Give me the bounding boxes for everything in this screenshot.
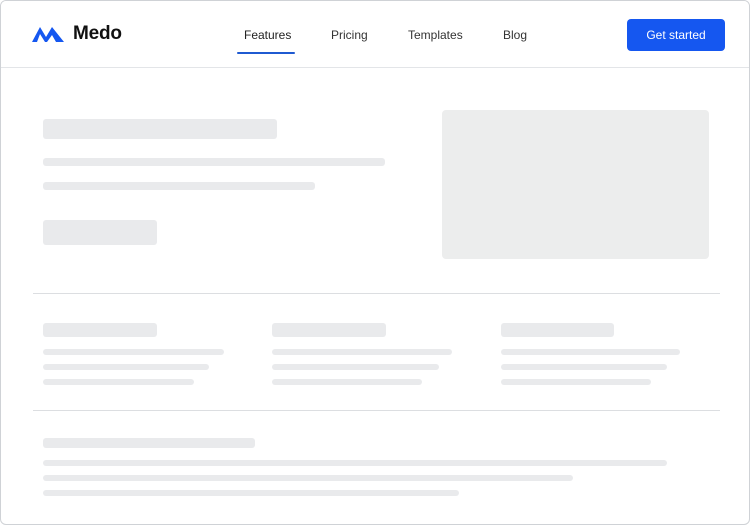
feature-line-skeleton bbox=[43, 349, 224, 355]
feature-line-skeleton bbox=[501, 364, 667, 370]
nav-active-indicator bbox=[237, 52, 295, 54]
paragraph-line-skeleton bbox=[43, 490, 459, 496]
nav-item-templates[interactable]: Templates bbox=[408, 28, 463, 42]
feature-line-skeleton bbox=[501, 349, 680, 355]
feature-heading-skeleton bbox=[272, 323, 386, 337]
top-navbar: Medo Features Pricing Templates Blog Get… bbox=[1, 1, 749, 68]
feature-line-skeleton bbox=[43, 379, 194, 385]
hero-title-skeleton bbox=[43, 119, 277, 139]
paragraph-line-skeleton bbox=[43, 475, 573, 481]
feature-heading-skeleton bbox=[43, 323, 157, 337]
feature-heading-skeleton bbox=[501, 323, 614, 337]
nav-item-pricing[interactable]: Pricing bbox=[331, 28, 368, 42]
feature-line-skeleton bbox=[43, 364, 209, 370]
feature-line-skeleton bbox=[272, 349, 452, 355]
nav-item-features[interactable]: Features bbox=[244, 28, 291, 42]
feature-line-skeleton bbox=[272, 379, 422, 385]
paragraph-line-skeleton bbox=[43, 460, 667, 466]
hero-image-skeleton bbox=[442, 110, 709, 259]
section-divider bbox=[33, 293, 720, 294]
get-started-button[interactable]: Get started bbox=[627, 19, 725, 51]
nav-item-blog[interactable]: Blog bbox=[503, 28, 527, 42]
section-heading-skeleton bbox=[43, 438, 255, 448]
browser-frame: Medo Features Pricing Templates Blog Get… bbox=[0, 0, 750, 525]
feature-line-skeleton bbox=[501, 379, 651, 385]
hero-text-line-skeleton bbox=[43, 182, 315, 190]
section-divider bbox=[33, 410, 720, 411]
hero-button-skeleton bbox=[43, 220, 157, 245]
hero-text-line-skeleton bbox=[43, 158, 385, 166]
feature-line-skeleton bbox=[272, 364, 439, 370]
